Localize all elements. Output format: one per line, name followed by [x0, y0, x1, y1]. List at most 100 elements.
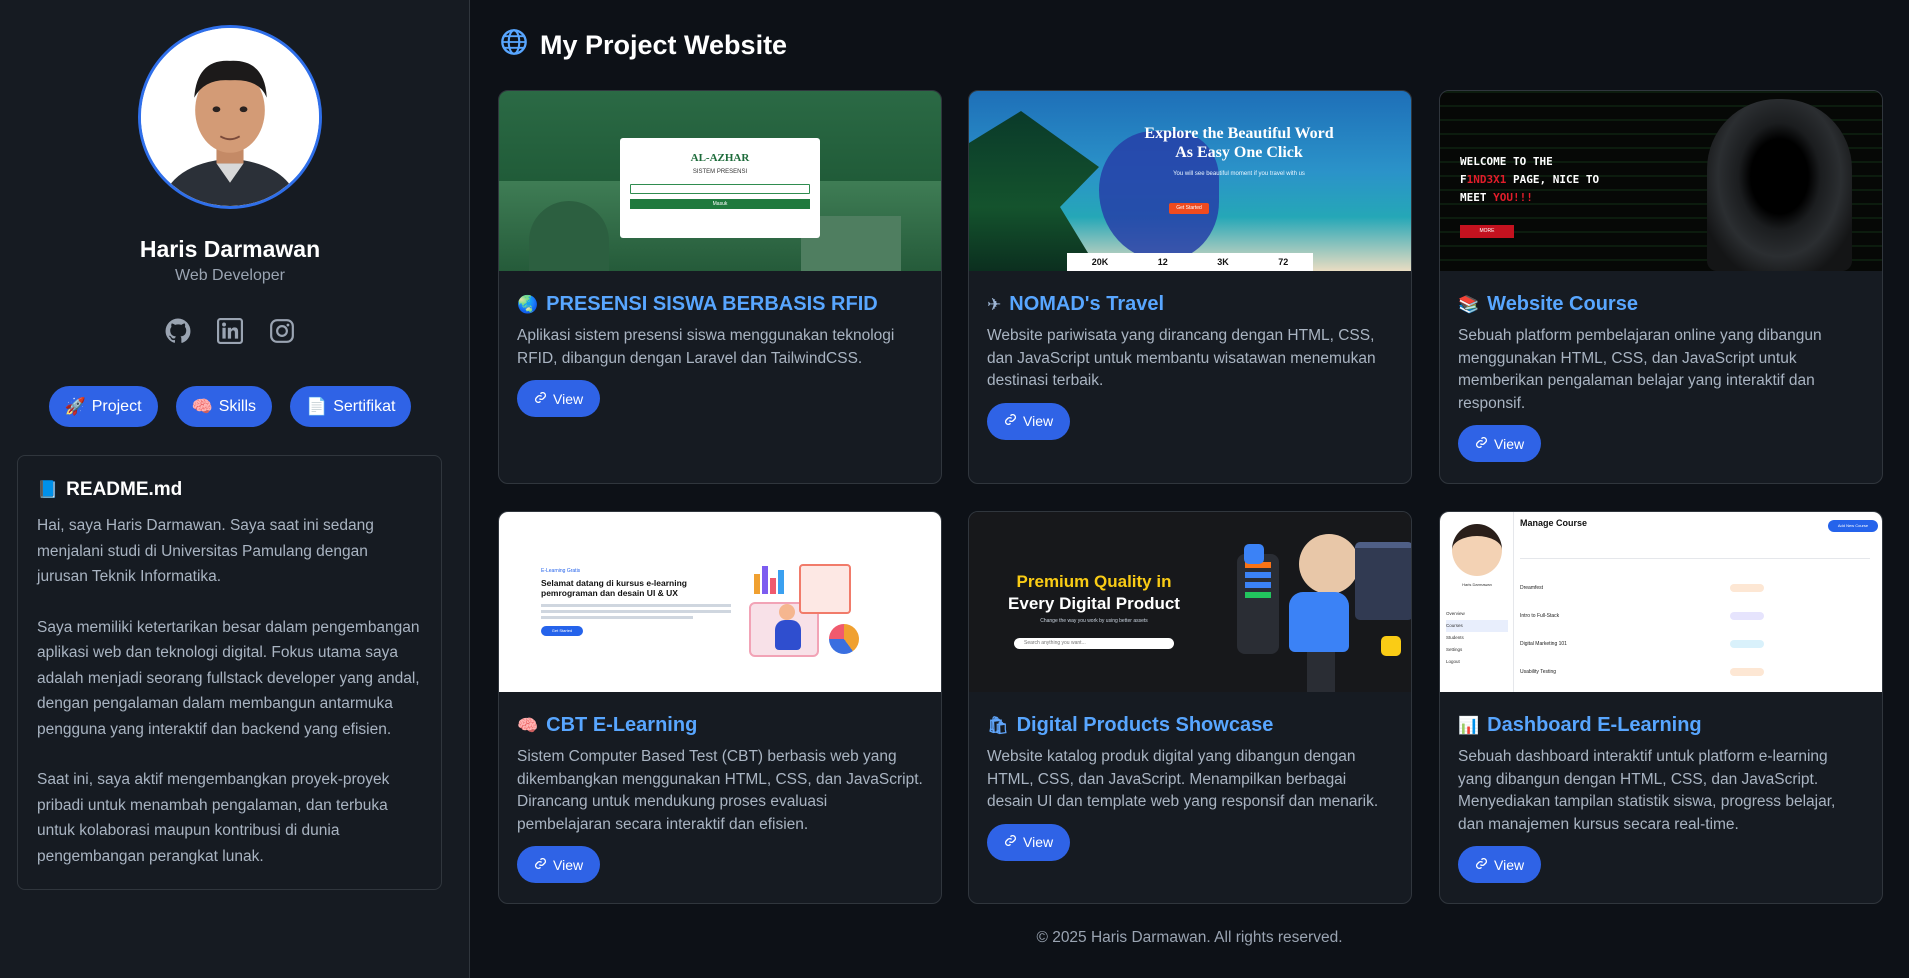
digital-headline: Premium Quality in	[1016, 572, 1172, 591]
rfid-login-button: Masuk	[630, 199, 810, 209]
view-button[interactable]: View	[987, 823, 1071, 861]
cbt-cta: Get Started	[541, 626, 583, 636]
digital-search: Search anything you want...	[1014, 638, 1174, 649]
project-card: Explore the Beautiful Word As Easy One C…	[968, 90, 1412, 484]
dash-menu-item: Settings	[1446, 647, 1463, 652]
project-description: Sistem Computer Based Test (CBT) berbasi…	[517, 748, 923, 833]
rfid-brand: AL-AZHAR	[690, 152, 750, 164]
nav-project-button[interactable]: 🚀 Project	[48, 386, 158, 427]
link-icon	[1475, 436, 1488, 452]
page-title: My Project Website	[500, 28, 787, 63]
project-title: 🌏 PRESENSI SISWA BERBASIS RFID	[517, 293, 923, 316]
view-button-label: View	[1023, 413, 1054, 429]
nav-sertifikat-button[interactable]: 📄 Sertifikat	[290, 386, 412, 427]
instagram-icon[interactable]	[269, 318, 295, 344]
rfid-subtitle: SISTEM PRESENSI	[692, 169, 748, 175]
project-thumbnail[interactable]: Explore the Beautiful Word As Easy One C…	[969, 91, 1411, 271]
course-welcome-line: F1ND3X1 PAGE, NICE TO	[1460, 173, 1600, 186]
brain-icon: 🧠	[191, 396, 213, 417]
nomad-headline: Explore the Beautiful Word	[1144, 125, 1334, 142]
link-icon	[534, 391, 547, 407]
project-card: AL-AZHAR SISTEM PRESENSI Masuk 🌏 PRESENS…	[498, 90, 942, 484]
project-thumbnail[interactable]: Premium Quality in Every Digital Product…	[969, 512, 1411, 692]
footer-copyright: © 2025 Haris Darmawan. All rights reserv…	[1036, 929, 1343, 946]
dash-course-row: Intro to Full-Stack	[1520, 602, 1880, 630]
view-button-label: View	[1023, 834, 1054, 850]
link-icon	[534, 857, 547, 873]
link-icon	[1004, 413, 1017, 429]
book-icon: 📘	[37, 480, 59, 500]
project-description: Aplikasi sistem presensi siswa menggunak…	[517, 327, 895, 367]
social-links	[0, 318, 460, 344]
project-title-text: PRESENSI SISWA BERBASIS RFID	[546, 293, 878, 315]
stat-value: 20K	[1091, 257, 1109, 267]
cbt-kicker: E-Learning Gratis	[541, 568, 581, 574]
project-title: ✈ NOMAD's Travel	[987, 293, 1393, 316]
project-thumbnail[interactable]: WELCOME TO THE F1ND3X1 PAGE, NICE TO MEE…	[1440, 91, 1882, 271]
digital-headline: Every Digital Product	[1008, 594, 1180, 613]
airplane-icon: ✈	[987, 294, 1002, 315]
readme-paragraph: Hai, saya Haris Darmawan. Saya saat ini …	[37, 517, 374, 585]
linkedin-icon[interactable]	[217, 318, 243, 344]
view-button[interactable]: View	[987, 402, 1071, 440]
dash-profile-name: Haris Darmawan	[1462, 582, 1492, 587]
nav-skills-label: Skills	[218, 397, 257, 415]
project-description: Website pariwisata yang dirancang dengan…	[987, 327, 1376, 389]
dash-menu-item: Courses	[1446, 620, 1508, 632]
section-nav: 🚀 Project 🧠 Skills 📄 Sertifikat	[0, 386, 460, 427]
project-thumbnail[interactable]: Haris Darmawan Overview Courses Students…	[1440, 512, 1882, 692]
globe-icon	[500, 28, 528, 63]
project-title: 📊 Dashboard E-Learning	[1458, 714, 1864, 737]
project-title: 📚 Website Course	[1458, 293, 1864, 316]
project-title-text: Digital Products Showcase	[1016, 714, 1274, 736]
dash-course-row: Digital Marketing 101	[1520, 630, 1880, 658]
project-card: Haris Darmawan Overview Courses Students…	[1439, 511, 1883, 904]
github-icon[interactable]	[165, 318, 191, 344]
stat-value: 72	[1278, 257, 1289, 267]
project-thumbnail[interactable]: AL-AZHAR SISTEM PRESENSI Masuk	[499, 91, 941, 271]
dash-menu-item: Overview	[1446, 611, 1465, 616]
dash-menu-item: Logout	[1446, 659, 1460, 664]
project-description: Website katalog produk digital yang diba…	[987, 748, 1379, 810]
dash-title: Manage Course	[1520, 518, 1588, 528]
view-button-label: View	[1494, 856, 1525, 873]
stat-value: 3K	[1217, 257, 1229, 267]
dash-course-row: Usability Testing	[1520, 658, 1880, 686]
readme-title-text: README.md	[66, 479, 183, 500]
sidebar: Haris Darmawan Web Developer 🚀 Project 🧠…	[0, 0, 470, 978]
project-title: 🧠 CBT E-Learning	[517, 714, 923, 737]
link-icon	[1475, 857, 1488, 873]
course-more-button: MORE	[1460, 225, 1514, 238]
view-button-label: View	[1494, 435, 1525, 452]
project-description: Sebuah platform pembelajaran online yang…	[1458, 327, 1822, 412]
readme-paragraph: Saat ini, saya aktif mengembangkan proye…	[37, 771, 390, 865]
course-welcome-line: MEET YOU!!!	[1460, 191, 1533, 204]
project-title: 🛍 Digital Products Showcase	[987, 714, 1393, 737]
view-button-label: View	[553, 390, 584, 407]
course-welcome-line: WELCOME TO THE	[1460, 155, 1553, 168]
dash-course-row: Dreamfest	[1520, 574, 1880, 602]
rocket-icon: 🚀	[64, 396, 86, 417]
link-icon	[1004, 834, 1017, 850]
avatar	[138, 25, 322, 209]
page-title-text: My Project Website	[540, 30, 788, 60]
view-button[interactable]: View	[1458, 846, 1542, 883]
profile-name: Haris Darmawan	[139, 236, 321, 262]
books-icon: 📚	[1458, 294, 1480, 315]
profile-role: Web Developer	[175, 267, 285, 284]
project-card: Premium Quality in Every Digital Product…	[968, 511, 1412, 904]
project-title-text: NOMAD's Travel	[1009, 293, 1165, 315]
project-thumbnail[interactable]: E-Learning Gratis Selamat datang di kurs…	[499, 512, 941, 692]
view-button[interactable]: View	[517, 846, 601, 883]
cbt-heading: pemrograman dan desain UI & UX	[541, 588, 678, 598]
project-card: WELCOME TO THE F1ND3X1 PAGE, NICE TO MEE…	[1439, 90, 1883, 484]
view-button[interactable]: View	[517, 380, 601, 417]
project-card: E-Learning Gratis Selamat datang di kurs…	[498, 511, 942, 904]
readme-panel: 📘 README.md Hai, saya Haris Darmawan. Sa…	[17, 455, 442, 890]
readme-paragraph: Saya memiliki ketertarikan besar dalam p…	[37, 618, 420, 738]
view-button[interactable]: View	[1458, 425, 1542, 462]
document-icon: 📄	[306, 396, 328, 417]
dash-add-button: Add New Course	[1828, 520, 1878, 532]
view-button-label: View	[553, 856, 584, 873]
nav-skills-button[interactable]: 🧠 Skills	[175, 386, 273, 427]
